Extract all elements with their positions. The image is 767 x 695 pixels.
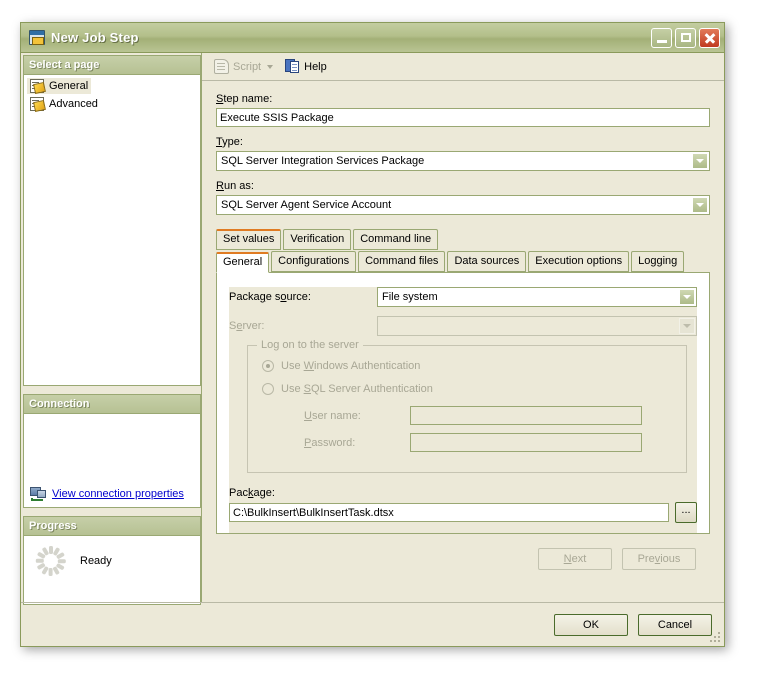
package-label: Package:: [229, 487, 275, 499]
tab-command-line[interactable]: Command line: [353, 229, 439, 250]
tab-row-outer: Set values Verification Command line: [216, 229, 710, 250]
new-job-step-dialog: New Job Step Select a page General Advan…: [20, 22, 725, 647]
progress-header: Progress: [23, 516, 201, 535]
server-connection-icon: [30, 487, 46, 501]
run-as-select[interactable]: SQL Server Agent Service Account: [216, 195, 710, 215]
title-bar[interactable]: New Job Step: [21, 23, 724, 53]
password-row: Password:: [304, 433, 676, 452]
job-step-icon: [29, 30, 45, 45]
package-block: Package: C:\BulkInsert\BulkInsertTask.dt…: [229, 487, 697, 523]
connection-link-label: View connection properties: [52, 488, 184, 500]
sql-auth-radio-row: Use SQL Server Authentication: [262, 383, 676, 395]
sidebar-item-label: General: [49, 80, 89, 92]
view-connection-properties-link[interactable]: View connection properties: [30, 487, 184, 501]
script-label: Script: [233, 60, 262, 73]
sidebar-item-advanced[interactable]: Advanced: [27, 96, 101, 112]
windows-auth-radio: [262, 360, 274, 372]
package-path-input[interactable]: C:\BulkInsert\BulkInsertTask.dtsx: [229, 503, 669, 522]
step-name-label: Step name:: [216, 93, 273, 105]
previous-label: Previous: [637, 553, 681, 565]
progress-spinner-icon: [35, 546, 66, 576]
close-button[interactable]: [699, 27, 720, 48]
left-pane: Select a page General Advanced Connectio…: [21, 53, 201, 605]
password-input: [410, 433, 642, 452]
server-row: Server:: [229, 316, 697, 336]
help-icon: [285, 59, 300, 74]
tab-execution-options[interactable]: Execution options: [528, 251, 630, 272]
window-controls: [651, 27, 720, 48]
user-name-label: User name:: [304, 409, 361, 422]
tab-configurations[interactable]: Configurations: [271, 251, 357, 272]
chevron-down-icon[interactable]: [267, 64, 274, 69]
browse-package-button[interactable]: ...: [675, 502, 697, 523]
page-icon: [30, 97, 44, 111]
chevron-down-icon[interactable]: [692, 153, 708, 169]
package-row: C:\BulkInsert\BulkInsertTask.dtsx ...: [229, 502, 697, 523]
next-label: Next: [563, 553, 587, 565]
run-as-value: SQL Server Agent Service Account: [221, 199, 392, 211]
script-button[interactable]: Script: [210, 57, 277, 76]
navigation-buttons: Next Previous: [216, 534, 710, 570]
package-source-label: Package source:: [229, 291, 311, 303]
tab-set-values[interactable]: Set values: [216, 229, 282, 250]
previous-button[interactable]: Previous: [622, 548, 696, 570]
tab-panel-content: Package source: File system Server: Log …: [229, 287, 697, 533]
tab-general[interactable]: General: [216, 252, 270, 273]
type-value: SQL Server Integration Services Package: [221, 155, 425, 167]
windows-auth-radio-row: Use Windows Authentication: [262, 360, 676, 372]
package-source-value: File system: [382, 291, 438, 303]
server-select: [377, 316, 697, 336]
form-area: Step name: Execute SSIS Package Type: SQ…: [202, 81, 724, 602]
connection-header: Connection: [23, 394, 201, 413]
chevron-down-icon: [679, 318, 695, 334]
help-button[interactable]: Help: [281, 57, 331, 76]
tab-logging[interactable]: Logging: [631, 251, 685, 272]
script-icon: [214, 59, 229, 74]
ok-button[interactable]: OK: [554, 613, 628, 636]
tab-verification[interactable]: Verification: [283, 229, 352, 250]
user-name-row: User name:: [304, 406, 676, 425]
progress-panel: Ready: [23, 535, 201, 605]
progress-status-text: Ready: [80, 555, 112, 567]
sql-auth-radio: [262, 383, 274, 395]
logon-to-server-group: Log on to the server Use Windows Authent…: [247, 339, 687, 473]
tab-data-sources[interactable]: Data sources: [447, 251, 527, 272]
page-list: General Advanced: [23, 74, 201, 386]
run-as-label: Run as:: [216, 180, 254, 192]
tab-panel-general: Package source: File system Server: Log …: [216, 272, 710, 534]
tab-container: Set values Verification Command line Gen…: [216, 229, 710, 534]
windows-auth-label: Use Windows Authentication: [281, 360, 421, 372]
server-label: Server:: [229, 320, 265, 332]
cancel-button[interactable]: Cancel: [638, 613, 712, 636]
progress-row: Ready: [24, 546, 200, 576]
tab-row-inner: General Configurations Command files Dat…: [216, 251, 710, 273]
sql-auth-label: Use SQL Server Authentication: [281, 383, 433, 395]
maximize-button[interactable]: [675, 27, 696, 48]
help-label: Help: [304, 60, 327, 73]
resize-grip[interactable]: [709, 631, 721, 643]
tab-command-files[interactable]: Command files: [358, 251, 446, 272]
user-name-input: [410, 406, 642, 425]
sidebar-item-general[interactable]: General: [27, 78, 92, 94]
window-title: New Job Step: [51, 30, 139, 45]
page-icon: [30, 79, 44, 93]
select-a-page-header: Select a page: [23, 55, 201, 74]
chevron-down-icon[interactable]: [692, 197, 708, 213]
logon-group-title: Log on to the server: [257, 339, 363, 351]
package-source-row: Package source: File system: [229, 287, 697, 307]
dialog-body: Select a page General Advanced Connectio…: [21, 53, 724, 605]
step-name-input[interactable]: Execute SSIS Package: [216, 108, 710, 127]
type-label: Type:: [216, 136, 243, 148]
dialog-footer: OK Cancel: [21, 602, 724, 646]
connection-panel: View connection properties: [23, 413, 201, 508]
chevron-down-icon[interactable]: [679, 289, 695, 305]
right-pane: Script Help Step name: Execute SSIS Pack…: [201, 53, 724, 602]
next-button[interactable]: Next: [538, 548, 612, 570]
type-select[interactable]: SQL Server Integration Services Package: [216, 151, 710, 171]
sidebar-item-label: Advanced: [49, 98, 98, 110]
package-source-select[interactable]: File system: [377, 287, 697, 307]
password-label: Password:: [304, 436, 356, 449]
toolbar: Script Help: [202, 53, 724, 81]
minimize-button[interactable]: [651, 27, 672, 48]
